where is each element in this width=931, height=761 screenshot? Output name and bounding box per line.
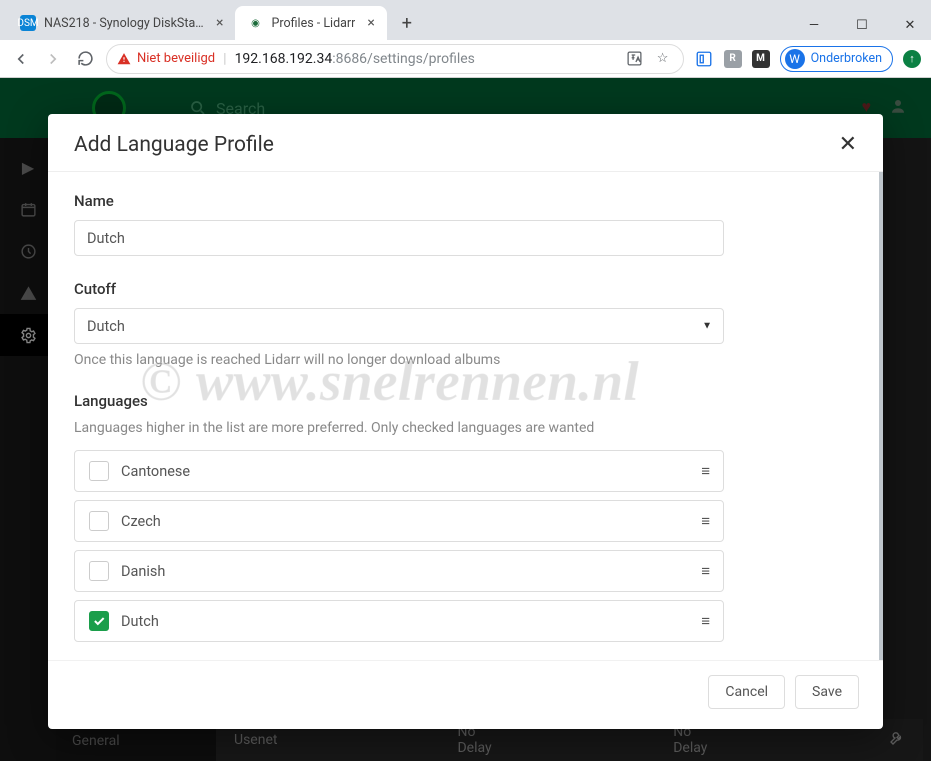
language-name: Danish (121, 563, 165, 580)
language-checkbox[interactable] (89, 511, 109, 531)
window-controls: — ☐ ✕ (799, 10, 931, 40)
browser-tabs: DSM NAS218 - Synology DiskStation × ◉ Pr… (0, 0, 799, 40)
favicon-dsm: DSM (20, 15, 36, 31)
language-row[interactable]: Cantonese ≡ (74, 450, 724, 492)
close-icon[interactable]: × (216, 15, 223, 31)
cutoff-label: Cutoff (74, 280, 857, 298)
tab-title: NAS218 - Synology DiskStation (44, 16, 204, 31)
minimize-button[interactable]: — (799, 13, 829, 37)
profile-status: Onderbroken (811, 51, 882, 66)
reload-button[interactable] (74, 48, 96, 70)
address-field[interactable]: Niet beveiligd | 192.168.192.34:8686/set… (106, 44, 684, 74)
url-text: 192.168.192.34:8686/settings/profiles (235, 51, 475, 67)
cutoff-select[interactable]: Dutch (74, 308, 724, 344)
window-title-bar: DSM NAS218 - Synology DiskStation × ◉ Pr… (0, 0, 931, 40)
drag-handle-icon[interactable]: ≡ (701, 512, 709, 530)
languages-help-text: Languages higher in the list are more pr… (74, 420, 857, 436)
tab-title: Profiles - Lidarr (271, 16, 355, 31)
cutoff-help-text: Once this language is reached Lidarr wil… (74, 352, 857, 368)
language-checkbox[interactable] (89, 561, 109, 581)
name-label: Name (74, 192, 857, 210)
close-window-button[interactable]: ✕ (895, 13, 925, 37)
modal-overlay: Add Language Profile ✕ Name Cutoff Dutch… (0, 78, 931, 761)
browser-tab-1[interactable]: ◉ Profiles - Lidarr × (235, 6, 386, 40)
new-tab-button[interactable]: + (393, 9, 421, 37)
language-name: Cantonese (121, 463, 190, 480)
favicon-lidarr: ◉ (247, 15, 263, 31)
profile-chip[interactable]: W Onderbroken (780, 46, 893, 72)
update-available-icon[interactable]: ↑ (903, 50, 921, 68)
extension-badge-r[interactable]: R (724, 50, 742, 68)
address-bar: Niet beveiligd | 192.168.192.34:8686/set… (0, 40, 931, 78)
close-icon[interactable]: × (367, 15, 374, 31)
language-checkbox[interactable] (89, 461, 109, 481)
extension-icon[interactable] (694, 49, 714, 69)
back-button[interactable] (10, 48, 32, 70)
drag-handle-icon[interactable]: ≡ (701, 562, 709, 580)
translate-icon[interactable] (625, 49, 645, 69)
language-checkbox[interactable] (89, 611, 109, 631)
close-icon[interactable]: ✕ (839, 132, 857, 157)
cancel-button[interactable]: Cancel (708, 675, 785, 709)
avatar: W (785, 49, 805, 69)
language-row[interactable]: Dutch ≡ (74, 600, 724, 642)
not-secure-warning: Niet beveiligd (117, 51, 215, 66)
browser-tab-0[interactable]: DSM NAS218 - Synology DiskStation × (8, 6, 235, 40)
drag-handle-icon[interactable]: ≡ (701, 462, 709, 480)
save-button[interactable]: Save (795, 675, 859, 709)
extension-badge-m[interactable]: M (752, 50, 770, 68)
drag-handle-icon[interactable]: ≡ (701, 612, 709, 630)
forward-button[interactable] (42, 48, 64, 70)
add-language-profile-modal: Add Language Profile ✕ Name Cutoff Dutch… (48, 114, 883, 729)
name-input[interactable] (74, 220, 724, 256)
maximize-button[interactable]: ☐ (847, 13, 877, 37)
language-name: Dutch (121, 613, 159, 630)
bookmark-star-icon[interactable]: ☆ (653, 49, 673, 69)
language-row[interactable]: Danish ≡ (74, 550, 724, 592)
scrollbar[interactable] (879, 172, 883, 660)
modal-title: Add Language Profile (74, 133, 274, 157)
language-row[interactable]: Czech ≡ (74, 500, 724, 542)
language-name: Czech (121, 513, 161, 530)
languages-label: Languages (74, 392, 857, 410)
extension-icons: R M W Onderbroken ↑ (694, 46, 921, 72)
